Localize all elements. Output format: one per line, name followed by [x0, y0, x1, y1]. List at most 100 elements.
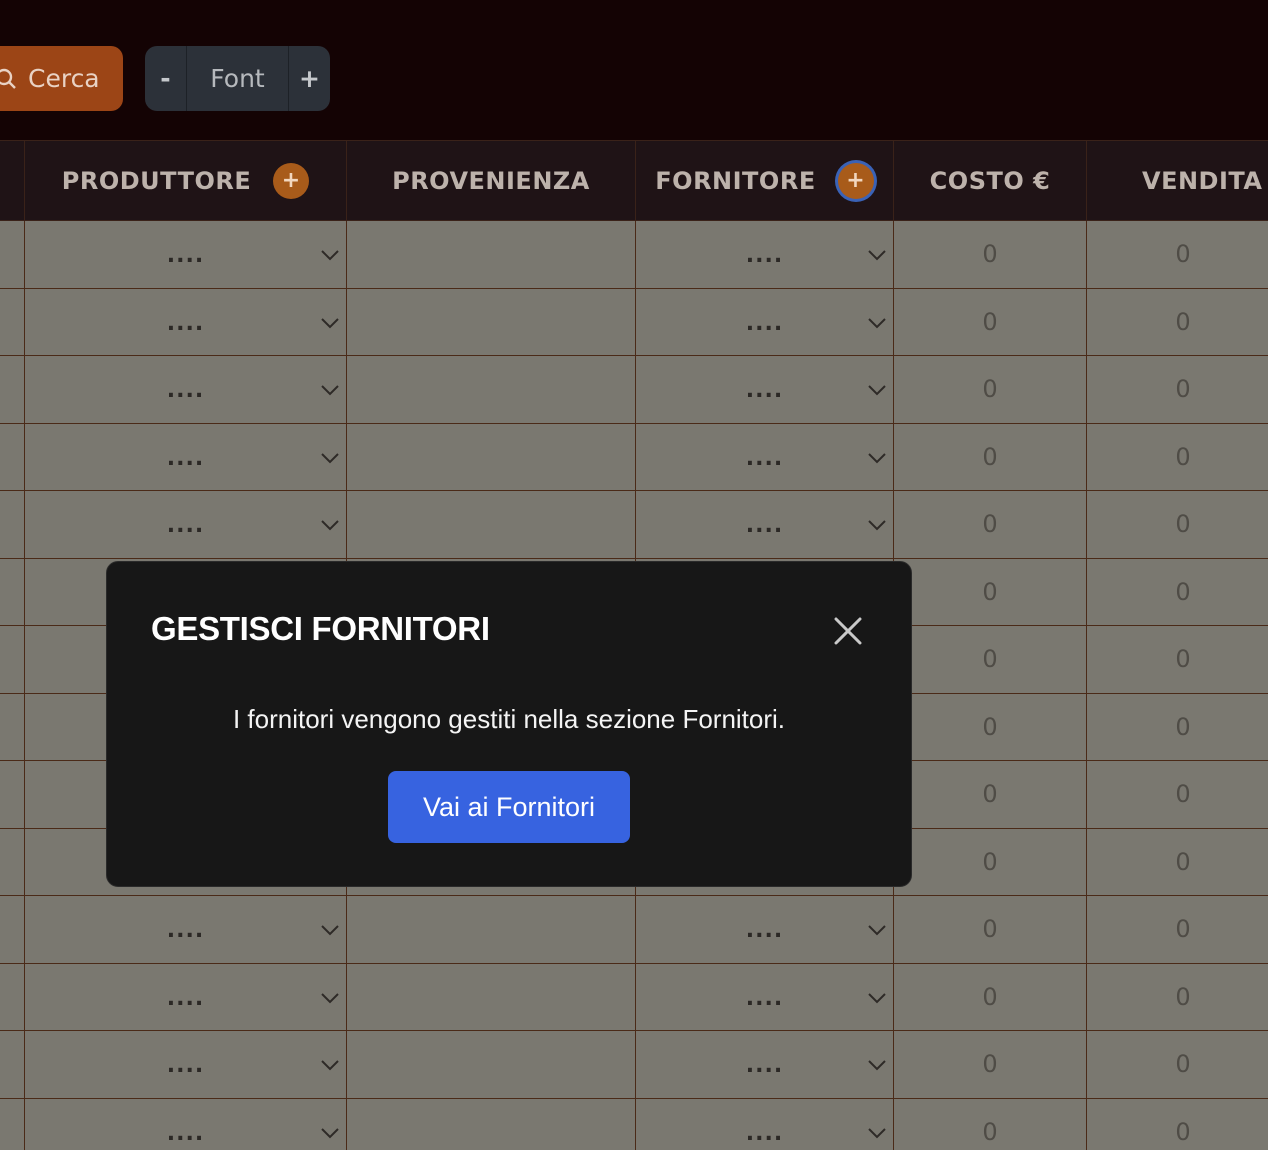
font-increase-button[interactable]: +: [289, 46, 330, 111]
vendita-cell[interactable]: 0: [1087, 491, 1268, 558]
costo-cell[interactable]: 0: [894, 491, 1087, 558]
vendita-cell[interactable]: 0: [1087, 289, 1268, 356]
chevron-down-icon: [320, 918, 340, 936]
fornitore-select-value: ....: [745, 1120, 784, 1146]
cell-hidden: [0, 423, 25, 490]
vendita-cell[interactable]: 0: [1087, 356, 1268, 423]
produttore-select[interactable]: ....: [25, 221, 347, 288]
chevron-down-icon: [867, 311, 887, 328]
provenienza-cell[interactable]: [347, 356, 636, 423]
font-label: Font: [186, 46, 289, 111]
header-produttore-label: PRODUTTORE: [61, 166, 252, 195]
produttore-select[interactable]: ....: [25, 491, 347, 558]
provenienza-cell[interactable]: [347, 288, 636, 355]
add-produttore-button[interactable]: +: [273, 162, 310, 199]
manage-suppliers-dialog: GESTISCI FORNITORI I fornitori vengono g…: [106, 561, 912, 887]
cell-hidden: [0, 1098, 25, 1150]
cell-hidden: [0, 491, 25, 558]
search-button[interactable]: Cerca: [0, 46, 123, 111]
vendita-cell[interactable]: 0: [1087, 896, 1268, 963]
produttore-select-value: ....: [166, 1053, 205, 1078]
header-vendita: VENDITA €: [1087, 141, 1268, 220]
vendita-cell[interactable]: 0: [1087, 1099, 1268, 1150]
costo-cell[interactable]: 0: [894, 221, 1087, 288]
costo-cell[interactable]: 0: [894, 761, 1087, 828]
header-col-hidden: [0, 141, 25, 220]
costo-cell[interactable]: 0: [894, 1031, 1087, 1098]
produttore-select-value: ....: [166, 310, 205, 336]
produttore-select[interactable]: ....: [25, 896, 347, 963]
vendita-cell[interactable]: 0: [1087, 424, 1268, 491]
vendita-cell[interactable]: 0: [1087, 1031, 1268, 1098]
vendita-cell[interactable]: 0: [1087, 694, 1268, 761]
costo-cell[interactable]: 0: [894, 963, 1087, 1030]
cell-hidden: [0, 558, 25, 625]
plus-icon: +: [846, 168, 866, 193]
costo-value: 0: [982, 712, 998, 741]
close-icon[interactable]: [831, 614, 865, 648]
fornitore-select[interactable]: ....: [636, 423, 894, 490]
costo-cell[interactable]: 0: [894, 693, 1087, 760]
fornitore-select-value: ....: [745, 310, 784, 336]
produttore-select[interactable]: ....: [25, 1098, 347, 1150]
chevron-down-icon: [867, 446, 887, 463]
costo-value: 0: [982, 577, 998, 606]
fornitore-select[interactable]: ....: [636, 1031, 894, 1098]
header-provenienza: PROVENIENZA: [347, 141, 636, 220]
chevron-down-icon: [867, 243, 887, 261]
costo-cell[interactable]: 0: [894, 626, 1087, 693]
produttore-select[interactable]: ....: [25, 963, 347, 1030]
fornitore-select-value: ....: [745, 513, 784, 538]
vendita-cell[interactable]: 0: [1087, 221, 1268, 288]
font-decrease-button[interactable]: -: [145, 46, 186, 111]
produttore-select-value: ....: [166, 243, 205, 268]
fornitore-select[interactable]: ....: [636, 963, 894, 1030]
provenienza-cell[interactable]: [347, 423, 636, 490]
table-row: ........ 0 0: [0, 491, 1268, 559]
costo-cell[interactable]: 0: [894, 1098, 1087, 1150]
costo-cell[interactable]: 0: [894, 423, 1087, 490]
header-provenienza-label: PROVENIENZA: [392, 166, 590, 195]
search-button-label: Cerca: [28, 64, 100, 93]
fornitore-select[interactable]: ....: [636, 288, 894, 355]
provenienza-cell[interactable]: [347, 1031, 636, 1098]
table-header: PRODUTTORE + PROVENIENZA FORNITORE + COS…: [0, 140, 1268, 221]
provenienza-cell[interactable]: [347, 491, 636, 558]
fornitore-select[interactable]: ....: [636, 356, 894, 423]
vendita-cell[interactable]: 0: [1087, 964, 1268, 1031]
cell-hidden: [0, 963, 25, 1030]
produttore-select[interactable]: ....: [25, 423, 347, 490]
fornitore-select-value: ....: [745, 445, 784, 471]
fornitore-select[interactable]: ....: [636, 491, 894, 558]
costo-cell[interactable]: 0: [894, 896, 1087, 963]
cell-hidden: [0, 356, 25, 423]
vendita-cell[interactable]: 0: [1087, 559, 1268, 626]
produttore-select-value: ....: [166, 378, 205, 403]
add-fornitore-button[interactable]: +: [837, 162, 874, 199]
costo-cell[interactable]: 0: [894, 288, 1087, 355]
vendita-value: 0: [1175, 982, 1191, 1011]
chevron-down-icon: [320, 378, 340, 396]
chevron-down-icon: [320, 311, 340, 328]
costo-value: 0: [982, 442, 998, 471]
fornitore-select[interactable]: ....: [636, 896, 894, 963]
vendita-cell[interactable]: 0: [1087, 829, 1268, 896]
fornitore-select[interactable]: ....: [636, 1098, 894, 1150]
produttore-select[interactable]: ....: [25, 356, 347, 423]
produttore-select[interactable]: ....: [25, 288, 347, 355]
vendita-cell[interactable]: 0: [1087, 626, 1268, 693]
costo-value: 0: [982, 915, 998, 944]
produttore-select[interactable]: ....: [25, 1031, 347, 1098]
fornitore-select[interactable]: ....: [636, 221, 894, 288]
costo-cell[interactable]: 0: [894, 356, 1087, 423]
chevron-down-icon: [867, 918, 887, 936]
chevron-down-icon: [867, 1121, 887, 1138]
costo-cell[interactable]: 0: [894, 828, 1087, 895]
provenienza-cell[interactable]: [347, 1098, 636, 1150]
costo-cell[interactable]: 0: [894, 558, 1087, 625]
provenienza-cell[interactable]: [347, 896, 636, 963]
vendita-cell[interactable]: 0: [1087, 761, 1268, 828]
provenienza-cell[interactable]: [347, 221, 636, 288]
provenienza-cell[interactable]: [347, 963, 636, 1030]
go-to-suppliers-button[interactable]: Vai ai Fornitori: [388, 771, 630, 843]
